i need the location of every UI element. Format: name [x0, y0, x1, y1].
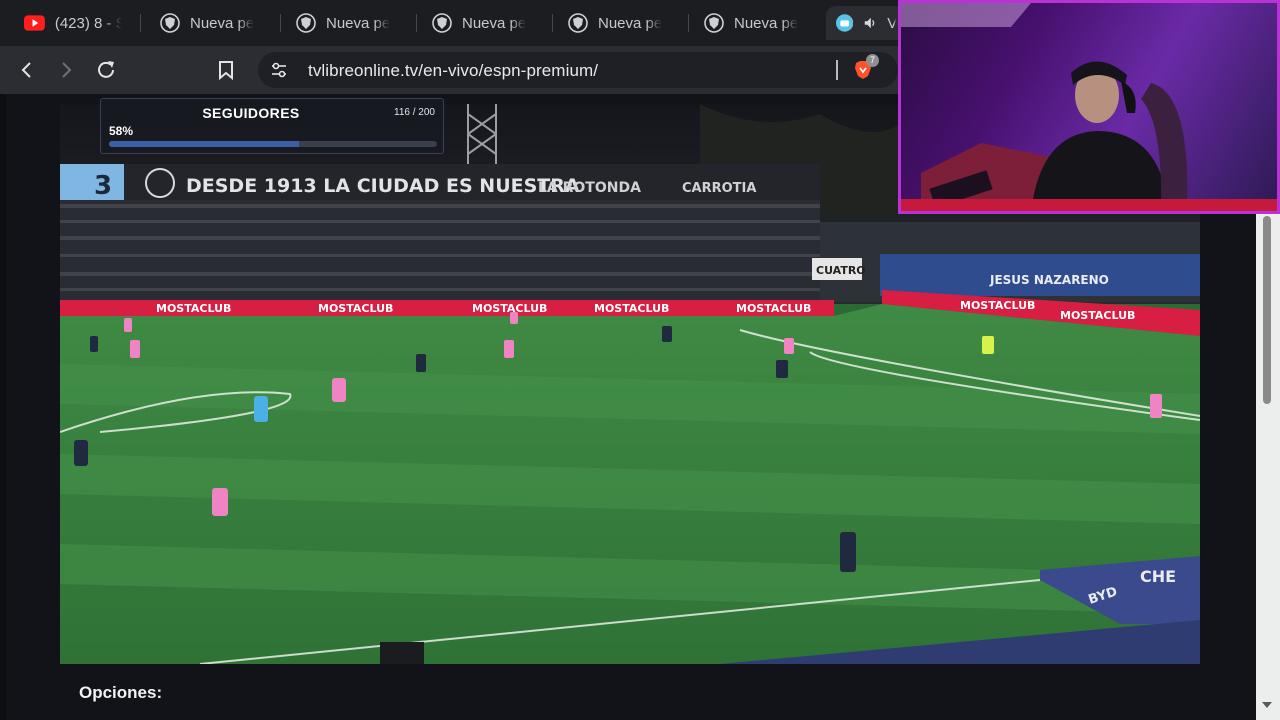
shield-icon	[568, 13, 588, 33]
bench-text: CHE	[1140, 567, 1176, 586]
banner-main-text: DESDE 1913 LA CIUDAD ES NUESTRA	[186, 175, 580, 197]
adboard-text-6: MOSTACLUB	[960, 299, 1035, 312]
tab-separator	[140, 14, 141, 32]
referee	[254, 396, 268, 422]
site-icon	[836, 14, 854, 32]
tab-title: V	[887, 14, 896, 32]
banner-number: 3	[94, 171, 112, 201]
goal-progress-track	[109, 141, 437, 147]
pitch-stripes	[60, 364, 1200, 614]
tab-separator	[552, 14, 553, 32]
url-text[interactable]: tvlibreonline.tv/en-vivo/espn-premium/	[308, 61, 598, 81]
tab-title: Nueva pe	[326, 14, 391, 32]
tab-new-4[interactable]: Nueva pe	[558, 6, 684, 40]
reload-button[interactable]	[92, 56, 120, 84]
adboard-text-3: MOSTACLUB	[472, 302, 547, 315]
forward-arrow-icon	[62, 62, 72, 78]
back-button[interactable]	[13, 56, 41, 84]
shield-icon	[296, 13, 316, 33]
forward-button[interactable]	[52, 56, 80, 84]
followers-goal-widget: SEGUIDORES 116 / 200 58%	[100, 98, 444, 154]
tab-title: Nueva pe	[734, 14, 799, 32]
goal-title: SEGUIDORES	[202, 105, 300, 121]
scrollbar-thumb[interactable]	[1263, 216, 1271, 404]
tab-title: (423) 8 - S	[54, 14, 122, 32]
side-banner-text: JESUS NAZARENO	[989, 273, 1109, 287]
speaker-icon[interactable]	[863, 15, 877, 31]
adboard-text-4: MOSTACLUB	[594, 302, 669, 315]
shield-icon	[160, 13, 180, 33]
goalkeeper	[982, 336, 994, 354]
tab-new-1[interactable]: Nueva pe	[150, 6, 276, 40]
tab-new-2[interactable]: Nueva pe	[286, 6, 412, 40]
adboard-text-5: MOSTACLUB	[736, 302, 811, 315]
options-label: Opciones:	[79, 683, 163, 702]
site-settings-icon[interactable]	[270, 61, 288, 79]
tab-title: Nueva pe	[190, 14, 255, 32]
adboard-text-2: MOSTACLUB	[318, 302, 393, 315]
tab-separator	[688, 14, 689, 32]
brave-shields-button[interactable]: 7	[852, 54, 879, 83]
adboard-text-1: MOSTACLUB	[156, 302, 231, 315]
goal-percent: 58%	[109, 124, 134, 138]
tab-new-3[interactable]: Nueva pe	[422, 6, 548, 40]
shields-count-badge: 7	[866, 54, 879, 67]
streamer-webcam	[901, 3, 1277, 211]
side-box-text: CUATRO	[816, 264, 866, 277]
tab-new-5[interactable]: Nueva pe	[694, 6, 820, 40]
adboard-text-7: MOSTACLUB	[1060, 309, 1135, 322]
tab-title: Nueva pe	[598, 14, 663, 32]
url-divider	[836, 60, 838, 80]
goal-progress-fill	[109, 141, 300, 147]
shield-icon	[704, 13, 724, 33]
back-arrow-icon	[21, 62, 31, 78]
youtube-icon	[24, 15, 45, 31]
tab-separator	[416, 14, 417, 32]
banner-carrotia-text: CARROTIA	[682, 181, 756, 196]
bookmark-button[interactable]	[212, 56, 240, 84]
tab-title: Nueva pe	[462, 14, 527, 32]
scroll-down-arrow-icon[interactable]	[1262, 702, 1272, 708]
banner-rotonda-text: LA ROTONDA	[538, 180, 641, 196]
bookmark-icon	[219, 61, 233, 80]
tab-active-stream[interactable]: V	[826, 6, 906, 40]
tab-separator	[280, 14, 281, 32]
tab-youtube[interactable]: (423) 8 - S	[14, 6, 132, 40]
shield-icon	[432, 13, 452, 33]
address-bar[interactable]: tvlibreonline.tv/en-vivo/espn-premium/ 7	[258, 52, 898, 88]
reload-icon	[98, 61, 114, 78]
webcam-overlay	[898, 0, 1280, 214]
goal-count: 116 / 200	[394, 107, 435, 118]
